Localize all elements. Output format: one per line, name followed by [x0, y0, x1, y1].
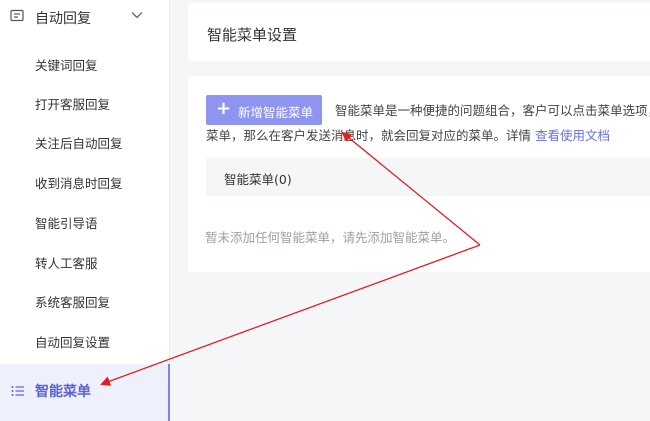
- smart-menu-panel: + 新增智能菜单 智能菜单是一种便捷的问题组合，客户可以点击菜单选项， 菜单，那…: [188, 76, 650, 272]
- message-square-icon: [10, 9, 24, 22]
- description-text: 菜单，那么在客户发送消息时，就会回复对应的菜单。详情: [206, 128, 532, 143]
- sidebar-item-message-reply[interactable]: 收到消息时回复: [0, 169, 169, 199]
- table-header: 智能菜单(0): [206, 158, 650, 196]
- description-line-1: 智能菜单是一种便捷的问题组合，客户可以点击菜单选项，: [335, 103, 650, 118]
- chevron-down-icon[interactable]: [131, 11, 143, 19]
- sidebar-item-label: 智能菜单: [35, 384, 91, 400]
- sidebar: 自动回复 关键词回复 打开客服回复 关注后自动回复 收到消息时回复 智能引导语 …: [0, 0, 170, 421]
- sidebar-item-keyword-reply[interactable]: 关键词回复: [0, 51, 169, 81]
- sidebar-item-system-service-reply[interactable]: 系统客服回复: [0, 288, 169, 318]
- add-smart-menu-button[interactable]: + 新增智能菜单: [206, 95, 322, 125]
- plus-icon: +: [216, 98, 232, 119]
- active-indicator: [168, 364, 170, 421]
- sidebar-item-open-service-reply[interactable]: 打开客服回复: [0, 90, 169, 120]
- list-icon: [11, 386, 24, 396]
- description-line-2: 菜单，那么在客户发送消息时，就会回复对应的菜单。详情 查看使用文档: [206, 125, 610, 144]
- empty-state-text: 暂未添加任何智能菜单，请先添加智能菜单。: [205, 230, 456, 245]
- sidebar-item-auto-reply-settings[interactable]: 自动回复设置: [0, 328, 169, 358]
- doc-link[interactable]: 查看使用文档: [535, 128, 610, 143]
- add-smart-menu-label: 新增智能菜单: [238, 105, 314, 120]
- sidebar-item-follow-auto-reply[interactable]: 关注后自动回复: [0, 129, 169, 159]
- table-header-label: 智能菜单(0): [224, 172, 292, 187]
- sidebar-item-smart-guide[interactable]: 智能引导语: [0, 209, 169, 239]
- sidebar-group-label: 自动回复: [35, 11, 91, 27]
- page-title: 智能菜单设置: [207, 26, 298, 44]
- sidebar-item-transfer-human[interactable]: 转人工客服: [0, 249, 169, 279]
- sidebar-item-smart-menu[interactable]: 智能菜单: [0, 364, 170, 421]
- sidebar-group-auto-reply[interactable]: 自动回复: [0, 0, 169, 34]
- page-header: 智能菜单设置: [188, 3, 650, 61]
